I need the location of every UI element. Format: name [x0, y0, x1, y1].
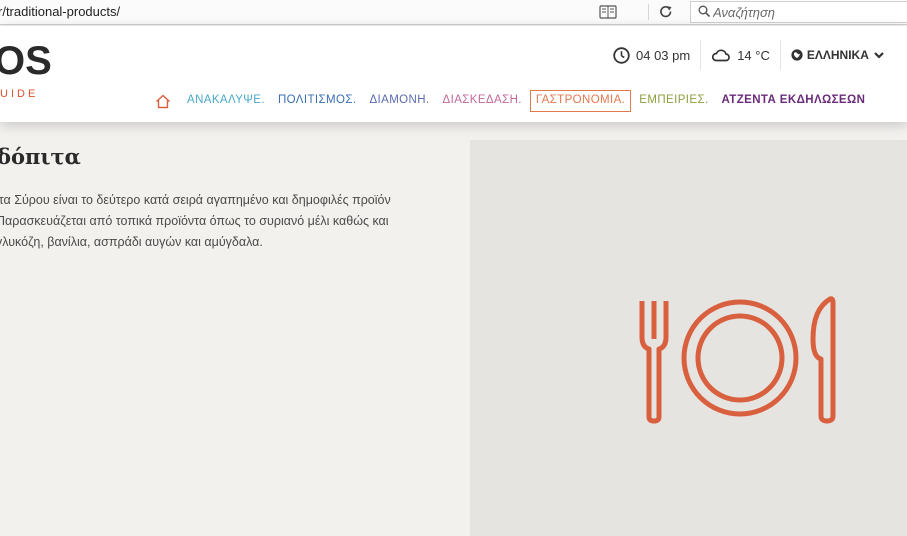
nav-item-gastronomy[interactable]: ΓΑΣΤΡΟΝΟΜΙΑ.: [529, 90, 632, 112]
nav-item-experiences[interactable]: ΕΜΠΕΙΡΙΕΣ.: [634, 91, 713, 111]
search-input[interactable]: [713, 3, 903, 21]
nav-item-events-agenda[interactable]: ΑΤΖΕΝΤΑ ΕΚΔΗΛΩΣΕΩΝ: [717, 91, 871, 111]
product-image-placeholder: [470, 140, 907, 536]
home-link[interactable]: [152, 91, 174, 111]
time-text: 04 03 pm: [636, 47, 691, 63]
weather-text: 14 °C: [737, 47, 770, 63]
nav-item-discover[interactable]: ΑΝΑΚΑΛΥΨΕ.: [182, 91, 270, 111]
language-selector[interactable]: ΕΛΛΗΝΙΚΑ: [779, 40, 895, 70]
reader-view-icon: [599, 5, 617, 19]
utility-bar: 04 03 pm 14 °C ΕΛΛΗΝΙΚΑ: [603, 40, 895, 70]
description-line: γλυκόζη, βανίλια, ασπράδι αυγών και αμύγ…: [0, 235, 263, 249]
weather-widget: 14 °C: [700, 40, 780, 70]
time-widget: 04 03 pm: [603, 40, 700, 70]
clock-icon: [613, 46, 630, 64]
nav-item-culture[interactable]: ΠΟΛΙΤΙΣΜΟΣ.: [273, 91, 361, 111]
language-label: ΕΛΛΗΝΙΚΑ: [806, 48, 869, 62]
reload-icon: [660, 6, 672, 18]
cloud-icon: [712, 49, 731, 62]
site-logo[interactable]: OS: [0, 41, 52, 81]
browser-search-box[interactable]: [690, 1, 907, 23]
description-line: ιτα Σύρου είναι το δεύτερο κατά σειρά αγ…: [0, 193, 391, 207]
toolbar-separator: [648, 4, 649, 20]
page-title: δόπιτα: [0, 144, 81, 169]
chevron-down-icon: [874, 52, 884, 59]
main-navigation: ΑΝΑΚΑΛΥΨΕ. ΠΟΛΙΤΙΣΜΟΣ. ΔΙΑΜΟΝΗ. ΔΙΑΣΚΕΔΑ…: [152, 89, 870, 113]
globe-icon: [791, 49, 803, 61]
reader-view-button[interactable]: [593, 2, 623, 22]
home-icon: [156, 94, 170, 108]
browser-toolbar: r/traditional-products/: [0, 0, 907, 25]
site-logo-subtitle: UIDE: [0, 88, 39, 100]
reload-button[interactable]: [654, 2, 678, 22]
url-bar[interactable]: r/traditional-products/: [0, 4, 120, 19]
nav-item-entertainment[interactable]: ΔΙΑΣΚΕΔΑΣΗ.: [438, 91, 527, 111]
fork-plate-knife-icon: [639, 296, 836, 424]
description-line: Παρασκευάζεται από τοπικά προϊόντα όπως …: [0, 214, 389, 228]
site-header: OS UIDE 04 03 pm 14 °C ΕΛΛΗΝΙΚΑ ΑΝΑΚΑΛΥΨ…: [0, 26, 907, 122]
nav-item-accommodation[interactable]: ΔΙΑΜΟΝΗ.: [364, 91, 434, 111]
product-description: ιτα Σύρου είναι το δεύτερο κατά σειρά αγ…: [0, 190, 451, 253]
search-icon: [698, 5, 711, 18]
